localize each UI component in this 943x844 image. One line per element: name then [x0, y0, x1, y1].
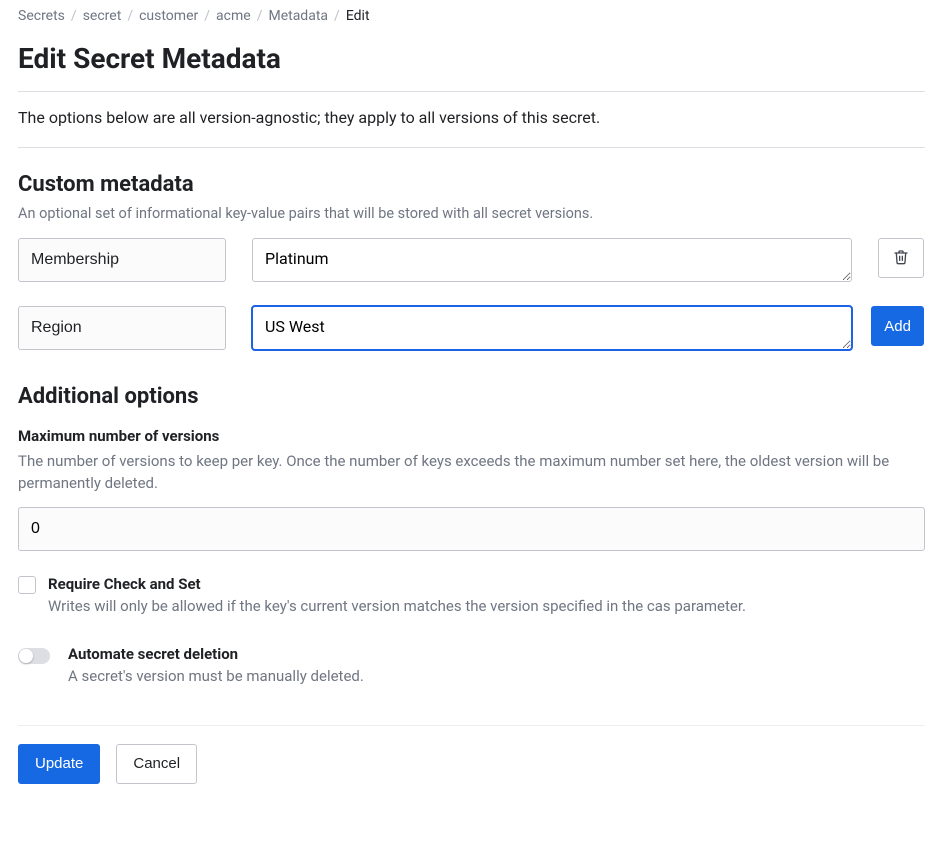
add-row-button[interactable]: Add — [871, 306, 924, 346]
breadcrumb-sep: / — [334, 8, 340, 24]
page-intro: The options below are all version-agnost… — [18, 108, 925, 127]
custom-metadata-title: Custom metadata — [18, 172, 925, 197]
max-versions-desc: The number of versions to keep per key. … — [18, 451, 925, 495]
metadata-value-input[interactable]: US West — [252, 306, 852, 350]
breadcrumb-item[interactable]: Metadata — [268, 8, 328, 24]
form-actions: Update Cancel — [18, 726, 925, 784]
breadcrumb-item[interactable]: Secrets — [18, 8, 65, 24]
metadata-row: US West Add — [18, 306, 925, 350]
require-cas-option: Require Check and Set Writes will only b… — [18, 575, 925, 615]
metadata-value-input[interactable]: Platinum — [252, 238, 852, 282]
breadcrumb-item-current: Edit — [346, 8, 370, 24]
page-title: Edit Secret Metadata — [18, 42, 925, 75]
trash-icon — [893, 249, 909, 268]
auto-delete-label: Automate secret deletion — [68, 645, 364, 663]
breadcrumb: Secrets / secret / customer / acme / Met… — [18, 8, 925, 24]
auto-delete-desc: A secret's version must be manually dele… — [68, 667, 364, 685]
max-versions-label: Maximum number of versions — [18, 427, 925, 445]
metadata-key-input[interactable] — [18, 238, 226, 282]
breadcrumb-sep: / — [71, 8, 77, 24]
custom-metadata-subtext: An optional set of informational key-val… — [18, 205, 925, 222]
additional-options-title: Additional options — [18, 384, 925, 409]
require-cas-desc: Writes will only be allowed if the key's… — [48, 597, 746, 615]
max-versions-input[interactable] — [18, 507, 925, 551]
breadcrumb-item[interactable]: customer — [139, 8, 198, 24]
require-cas-label: Require Check and Set — [48, 575, 746, 593]
breadcrumb-sep: / — [257, 8, 263, 24]
divider — [18, 91, 925, 92]
breadcrumb-sep: / — [127, 8, 133, 24]
delete-row-button[interactable] — [878, 238, 924, 278]
metadata-row: Platinum — [18, 238, 925, 282]
metadata-key-input[interactable] — [18, 306, 226, 350]
breadcrumb-item[interactable]: secret — [83, 8, 122, 24]
update-button[interactable]: Update — [18, 744, 100, 784]
breadcrumb-item[interactable]: acme — [216, 8, 251, 24]
auto-delete-option: Automate secret deletion A secret's vers… — [18, 645, 925, 685]
breadcrumb-sep: / — [204, 8, 210, 24]
auto-delete-toggle[interactable] — [18, 648, 50, 664]
divider — [18, 147, 925, 148]
cancel-button[interactable]: Cancel — [116, 744, 197, 784]
require-cas-checkbox[interactable] — [18, 576, 36, 594]
